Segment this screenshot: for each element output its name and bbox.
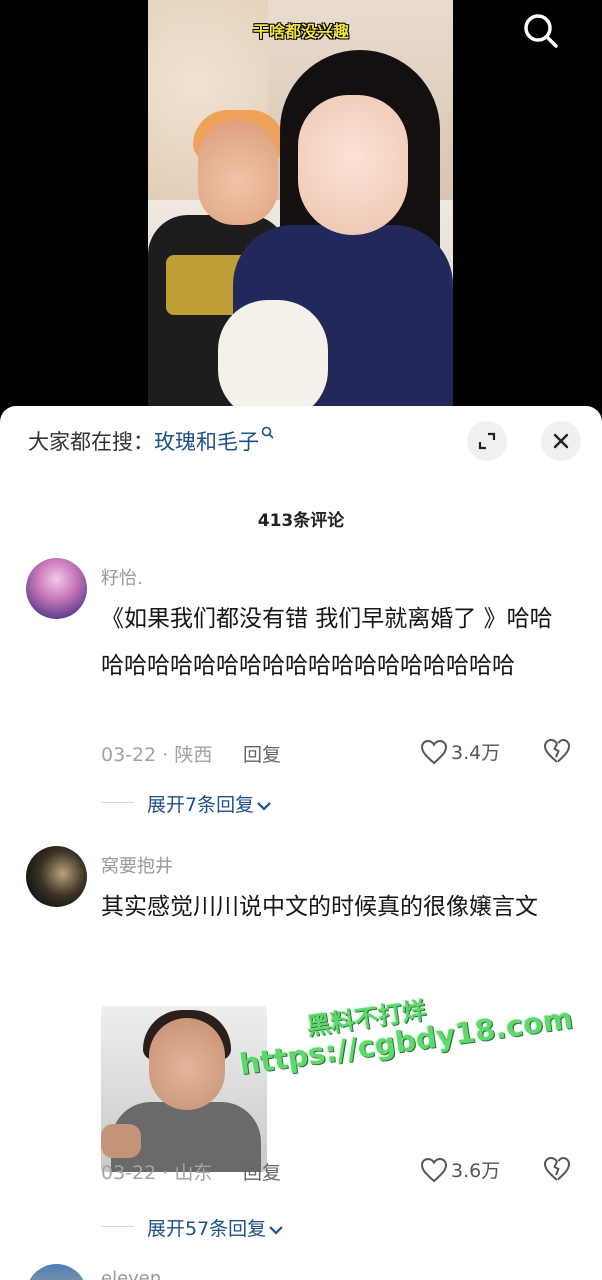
avatar[interactable]	[26, 558, 87, 619]
heart-icon	[420, 1157, 448, 1182]
video-person-woman-face	[298, 95, 408, 235]
video-player[interactable]: 干啥都没兴趣	[0, 0, 602, 420]
broken-heart-icon	[544, 738, 571, 763]
video-frame	[148, 0, 453, 420]
comment-text: 其实感觉川川说中文的时候真的很像嬢言文	[101, 894, 538, 920]
video-person-man-face	[198, 120, 278, 225]
chevron-down-icon	[269, 1225, 283, 1235]
search-icon	[524, 14, 558, 48]
comment-username[interactable]: eleven	[101, 1268, 161, 1280]
comment-count: 413条评论	[257, 511, 345, 531]
hot-search-keyword[interactable]: 玫瑰和毛子	[154, 430, 259, 454]
expand-replies-link[interactable]: 展开57条回复	[101, 1214, 284, 1241]
expand-replies-label: 展开7条回复	[147, 794, 255, 816]
close-icon	[553, 433, 569, 449]
comment-item: 籽怡. 《如果我们都没有错 我们早就离婚了 》哈哈哈哈哈哈哈哈哈哈哈哈哈哈哈哈哈…	[0, 558, 602, 828]
comment-username[interactable]: 窝要抱井	[101, 852, 173, 878]
dislike-button[interactable]	[543, 738, 571, 766]
like-button[interactable]: 3.4万	[420, 738, 500, 766]
hot-search-label: 大家都在搜：	[28, 430, 154, 454]
image-person-hand	[101, 1124, 141, 1158]
hot-search-bar[interactable]: 大家都在搜：玫瑰和毛子	[28, 426, 274, 456]
small-search-icon	[261, 426, 274, 439]
expand-button[interactable]	[467, 421, 507, 461]
avatar[interactable]	[26, 1264, 87, 1280]
comments-panel: 大家都在搜：玫瑰和毛子 413条评论 籽怡. 《如果我们都没有错 我们早就离婚了…	[0, 406, 602, 1280]
broken-heart-icon	[544, 1156, 571, 1181]
expand-replies-link[interactable]: 展开7条回复	[101, 790, 272, 817]
comment-date-location: 03-22 · 山东	[101, 1162, 213, 1184]
close-button[interactable]	[541, 421, 581, 461]
like-button[interactable]: 3.6万	[420, 1156, 500, 1184]
expand-replies-label: 展开57条回复	[147, 1218, 267, 1240]
like-count: 3.4万	[451, 742, 501, 764]
avatar[interactable]	[26, 846, 87, 907]
expand-icon	[478, 432, 496, 450]
video-fur-coat	[218, 300, 328, 420]
like-count: 3.6万	[451, 1160, 501, 1182]
image-person-face	[149, 1018, 225, 1110]
heart-icon	[420, 739, 448, 764]
search-button[interactable]	[518, 8, 564, 54]
reply-button[interactable]: 回复	[243, 740, 281, 767]
dislike-button[interactable]	[543, 1156, 571, 1184]
video-caption: 干啥都没兴趣	[252, 22, 349, 41]
comment-date-location: 03-22 · 陕西	[101, 744, 213, 766]
chevron-down-icon	[257, 801, 271, 811]
comment-text: 《如果我们都没有错 我们早就离婚了 》哈哈哈哈哈哈哈哈哈哈哈哈哈哈哈哈哈哈哈哈	[101, 606, 553, 679]
comment-username[interactable]: 籽怡.	[101, 564, 143, 590]
reply-button[interactable]: 回复	[243, 1158, 281, 1185]
